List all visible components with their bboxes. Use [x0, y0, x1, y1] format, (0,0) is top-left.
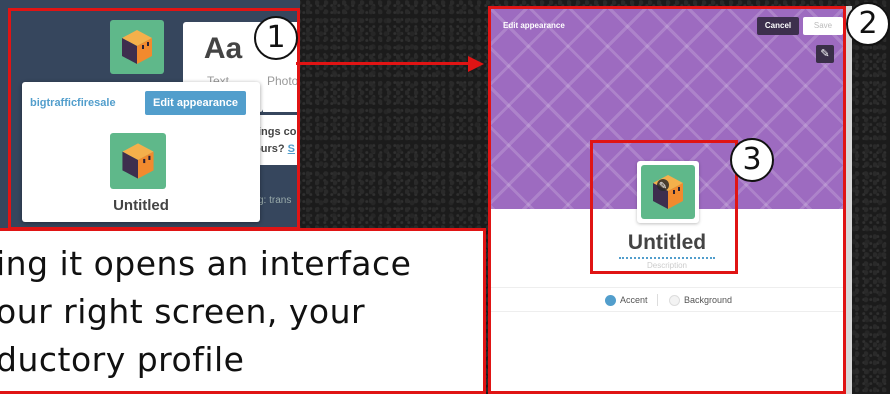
step-marker-2: 2	[846, 2, 890, 46]
divider	[657, 294, 658, 306]
divider	[491, 311, 843, 312]
cube-avatar-icon[interactable]	[110, 133, 166, 189]
panel-title: Edit appearance	[503, 21, 565, 30]
photo-post-label: Photo	[267, 74, 299, 88]
background-link[interactable]: S	[288, 143, 295, 155]
description-input[interactable]: Description	[491, 261, 843, 270]
scrollbar[interactable]	[846, 6, 852, 394]
save-button[interactable]: Save	[803, 17, 843, 35]
arrow-head-icon	[468, 56, 484, 72]
divider	[491, 287, 843, 288]
blog-title: Untitled	[113, 197, 169, 214]
step-marker-3: 3	[730, 138, 774, 182]
step-marker-1: 1	[254, 16, 298, 60]
cancel-button[interactable]: Cancel	[757, 17, 799, 35]
cube-avatar-icon[interactable]	[110, 20, 164, 74]
title-underline	[619, 257, 715, 259]
background-text-fragment: g: trans	[258, 195, 292, 206]
svg-text:✎: ✎	[659, 181, 667, 192]
edit-appearance-panel: Edit appearance Cancel Save ✎ ✎ Untitled…	[488, 6, 846, 394]
background-label[interactable]: Background	[684, 295, 732, 305]
caption-line: our right screen, your	[0, 292, 366, 331]
background-swatch[interactable]	[669, 295, 680, 306]
accent-label[interactable]: Accent	[620, 295, 648, 305]
blog-name-link[interactable]: bigtrafficfiresale	[30, 97, 116, 109]
caption-line: ductory profile	[0, 340, 245, 379]
accent-swatch[interactable]	[605, 295, 616, 306]
dashboard-background	[260, 115, 300, 165]
background-text-fragment: ours? S	[254, 143, 295, 155]
pencil-icon[interactable]: ✎	[816, 45, 834, 63]
arrow-right-icon	[296, 62, 471, 65]
background-text-fragment: ings co	[258, 126, 297, 138]
text-post-icon: Aa	[203, 32, 243, 65]
cube-avatar-icon[interactable]: ✎	[641, 165, 695, 219]
blog-title-input[interactable]: Untitled	[491, 231, 843, 255]
caption-line: ing it opens an interface	[0, 244, 412, 283]
edit-appearance-button[interactable]: Edit appearance	[145, 91, 246, 115]
